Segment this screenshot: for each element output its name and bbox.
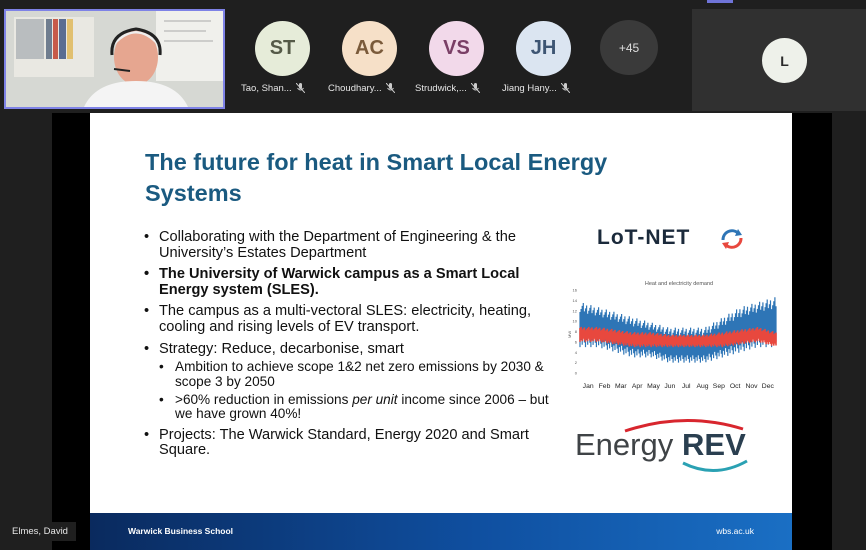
bullet-list: Collaborating with the Department of Eng…	[142, 229, 562, 465]
avatar: L	[762, 38, 807, 83]
avatar: AC	[342, 21, 397, 76]
y-tick-label: 12	[573, 308, 578, 313]
x-tick-label: Jan	[583, 383, 594, 390]
plot-area	[579, 297, 777, 363]
y-tick-label: 8	[575, 329, 578, 334]
participant-tile[interactable]: AC Choudhary...	[328, 14, 412, 109]
slide-title-line: Systems	[145, 180, 242, 206]
participant-tile[interactable]: VS Strudwick,...	[415, 14, 499, 109]
demand-chart: Heat and electricity demand MW 16 14 12 10 8…	[564, 276, 789, 396]
y-tick-label: 14	[573, 298, 578, 303]
speaker-video-tile[interactable]	[4, 9, 225, 109]
avatar: JH	[516, 21, 571, 76]
sub-bullet-item: >60% reduction in emissions per unit inc…	[142, 391, 562, 422]
mic-muted-icon	[560, 83, 570, 94]
y-axis: 16 14 12 10 8 6 4 2 0	[573, 288, 578, 376]
footer-url: wbs.ac.uk	[716, 526, 754, 536]
y-tick-label: 4	[575, 350, 578, 355]
slide-title: The future for heat in Smart Local Energ…	[145, 147, 705, 209]
series-heat-band	[579, 297, 777, 363]
active-indicator	[707, 0, 733, 3]
bullet-item: Collaborating with the Department of Eng…	[142, 229, 562, 261]
bullet-item: Strategy: Reduce, decarbonise, smart	[142, 341, 562, 358]
chart-title: Heat and electricity demand	[645, 281, 713, 287]
bullet-item: Projects: The Warwick Standard, Energy 2…	[142, 427, 562, 459]
sub-bullet-emphasis: per unit	[352, 391, 398, 407]
x-tick-label: Dec	[762, 383, 775, 390]
lotnet-logo-text: LoT-NET	[597, 226, 691, 249]
shared-slide: The future for heat in Smart Local Energ…	[90, 113, 792, 550]
x-tick-label: Jul	[682, 383, 691, 390]
x-tick-label: Aug	[696, 383, 708, 390]
participant-tile[interactable]: ST Tao, Shan...	[241, 14, 325, 109]
x-tick-label: May	[647, 383, 660, 390]
participant-name: Choudhary...	[328, 83, 382, 94]
avatar: ST	[255, 21, 310, 76]
x-tick-label: Mar	[615, 383, 627, 390]
mic-muted-icon	[470, 83, 480, 94]
energyrev-logo: Energy REV	[575, 415, 770, 477]
y-tick-label: 2	[575, 360, 578, 365]
slide-footer: Warwick Business School wbs.ac.uk	[90, 513, 792, 550]
x-tick-label: Jun	[664, 383, 675, 390]
sub-bullet-item: Ambition to achieve scope 1&2 net zero e…	[142, 360, 562, 389]
energyrev-logo-energy: Energy	[575, 427, 674, 462]
mic-muted-icon	[295, 83, 305, 94]
speaker-video	[6, 11, 223, 107]
y-tick-label: 6	[575, 339, 578, 344]
participant-name: Strudwick,...	[415, 83, 467, 94]
mic-muted-icon	[385, 83, 395, 94]
lotnet-logo: LoT-NET	[597, 224, 757, 254]
chart-svg: Heat and electricity demand MW 16 14 12 10 8…	[567, 281, 777, 390]
x-tick-label: Oct	[730, 383, 741, 390]
sub-bullet-text: >60% reduction in emissions	[175, 391, 353, 407]
y-tick-label: 10	[573, 319, 578, 324]
x-tick-label: Nov	[745, 383, 758, 390]
participant-tile[interactable]: L	[692, 9, 866, 111]
slide-letterbox-left	[52, 113, 90, 550]
participant-name: Tao, Shan...	[241, 83, 292, 94]
bullet-item: The University of Warwick campus as a Sm…	[142, 266, 562, 298]
slide-title-line: The future for heat in Smart Local Energ…	[145, 149, 608, 175]
energyrev-logo-rev: REV	[682, 427, 746, 462]
participant-tile[interactable]: JH Jiang Hany...	[502, 14, 586, 109]
avatar: VS	[429, 21, 484, 76]
x-tick-label: Apr	[632, 383, 643, 390]
energyrev-logo-graphic: Energy REV	[575, 419, 748, 473]
x-tick-label: Sep	[713, 383, 725, 390]
speaker-name-label: Elmes, David	[4, 522, 76, 541]
y-tick-label: 16	[573, 288, 578, 293]
slide-letterbox-right	[792, 113, 832, 550]
participant-name: Jiang Hany...	[502, 83, 557, 94]
footer-brand: Warwick Business School	[128, 526, 234, 536]
refresh-arrows-icon	[721, 229, 743, 249]
bullet-item: The campus as a multi-vectoral SLES: ele…	[142, 304, 562, 335]
y-axis-label: MW	[567, 331, 572, 338]
y-tick-label: 0	[575, 371, 578, 376]
more-participants-button[interactable]: +45	[600, 20, 658, 75]
x-axis: Jan Feb Mar Apr May Jun Jul Aug Sep Oct Nov Dec	[583, 383, 775, 390]
x-tick-label: Feb	[599, 383, 611, 390]
